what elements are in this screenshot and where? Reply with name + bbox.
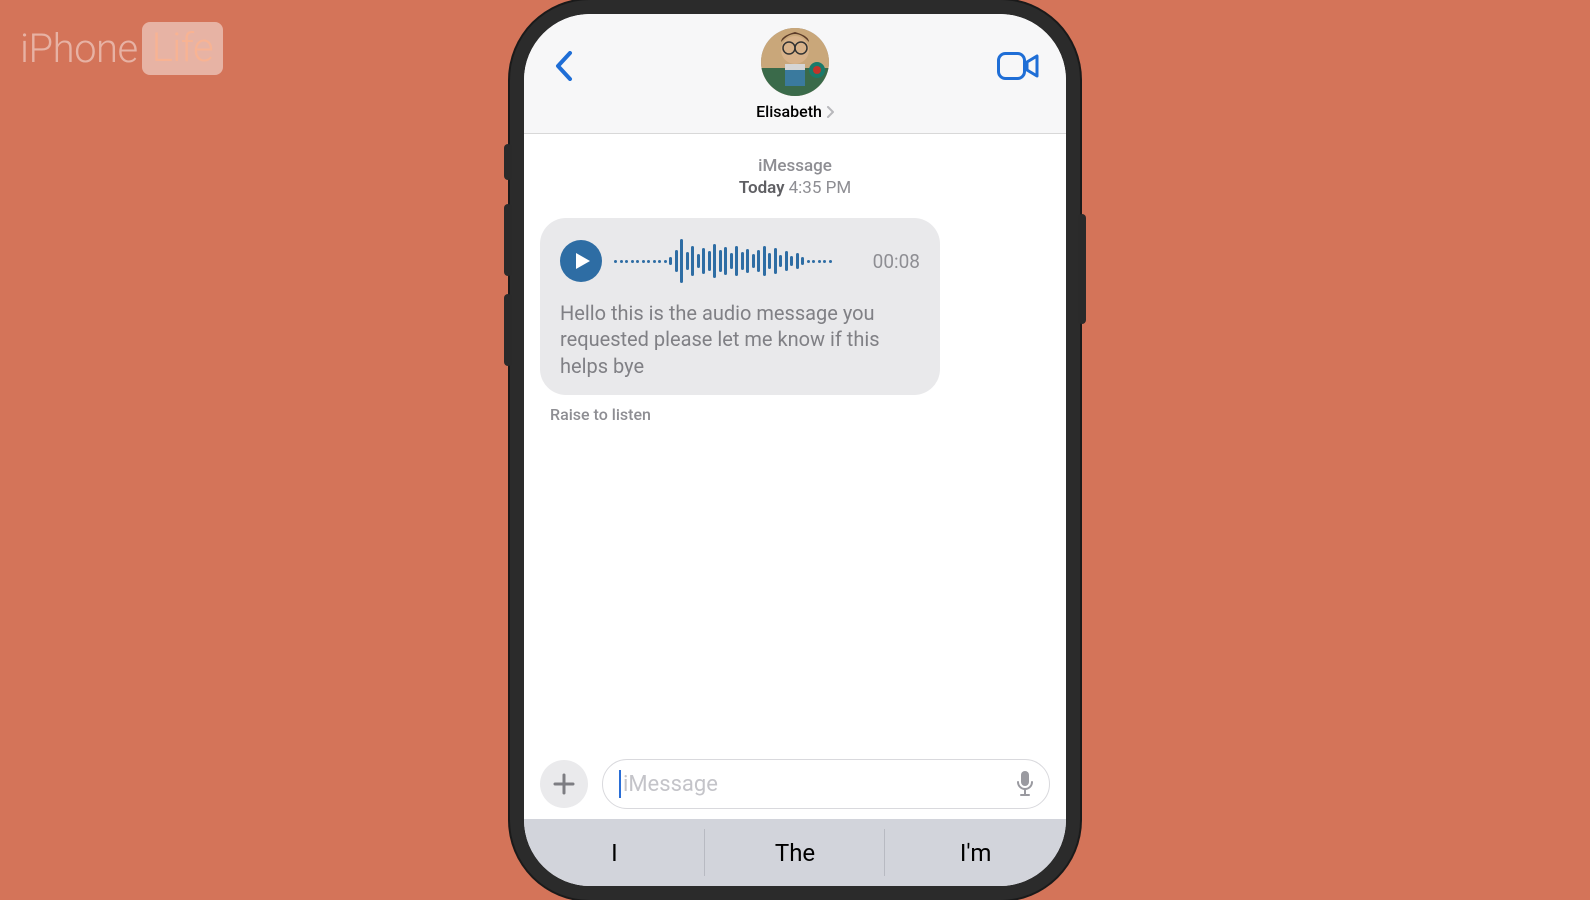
compose-bar: iMessage [524, 749, 1066, 819]
audio-message-bubble[interactable]: 00:08 Hello this is the audio message yo… [540, 218, 940, 395]
conversation-area[interactable]: iMessage Today4:35 PM [524, 134, 1066, 424]
video-call-button[interactable] [996, 44, 1040, 88]
audio-transcription: Hello this is the audio message you requ… [560, 300, 920, 379]
suggestion-3[interactable]: I'm [885, 819, 1066, 886]
audio-waveform[interactable] [614, 236, 861, 286]
play-icon [575, 252, 591, 270]
side-button [1078, 214, 1086, 324]
timestamp-day: Today [739, 178, 785, 198]
raise-to-listen-hint: Raise to listen [550, 405, 1050, 424]
audio-duration: 00:08 [873, 250, 920, 273]
service-label: iMessage [540, 156, 1050, 176]
microphone-icon [1015, 770, 1035, 798]
plus-icon [553, 773, 575, 795]
contact-info-button[interactable]: Elisabeth [756, 102, 834, 121]
suggestion-2[interactable]: The [705, 819, 886, 886]
attach-button[interactable] [540, 760, 588, 808]
suggestion-1[interactable]: I [524, 819, 705, 886]
contact-avatar[interactable] [761, 28, 829, 96]
chevron-right-icon [826, 106, 834, 118]
watermark-box: Life [142, 22, 224, 75]
message-input[interactable]: iMessage [602, 759, 1050, 809]
conversation-header: Elisabeth [524, 14, 1066, 134]
timestamp: Today4:35 PM [540, 178, 1050, 198]
play-button[interactable] [560, 240, 602, 282]
video-icon [997, 52, 1039, 80]
contact-name: Elisabeth [756, 102, 822, 121]
dictation-button[interactable] [1015, 770, 1035, 798]
watermark-prefix: iPhone [20, 25, 138, 72]
text-cursor [619, 770, 621, 798]
volume-up-button [504, 204, 512, 276]
back-button[interactable] [542, 44, 586, 88]
phone-frame: Elisabeth iMessage Today4:35 PM [510, 0, 1080, 900]
audio-player-row: 00:08 [560, 236, 920, 286]
input-placeholder: iMessage [623, 772, 718, 797]
volume-down-button [504, 294, 512, 366]
timestamp-time: 4:35 PM [789, 178, 852, 198]
predictive-text-bar: I The I'm [524, 819, 1066, 886]
phone-screen: Elisabeth iMessage Today4:35 PM [524, 14, 1066, 886]
watermark: iPhone Life [20, 22, 223, 75]
mute-switch [504, 144, 512, 180]
chevron-left-icon [555, 51, 573, 81]
